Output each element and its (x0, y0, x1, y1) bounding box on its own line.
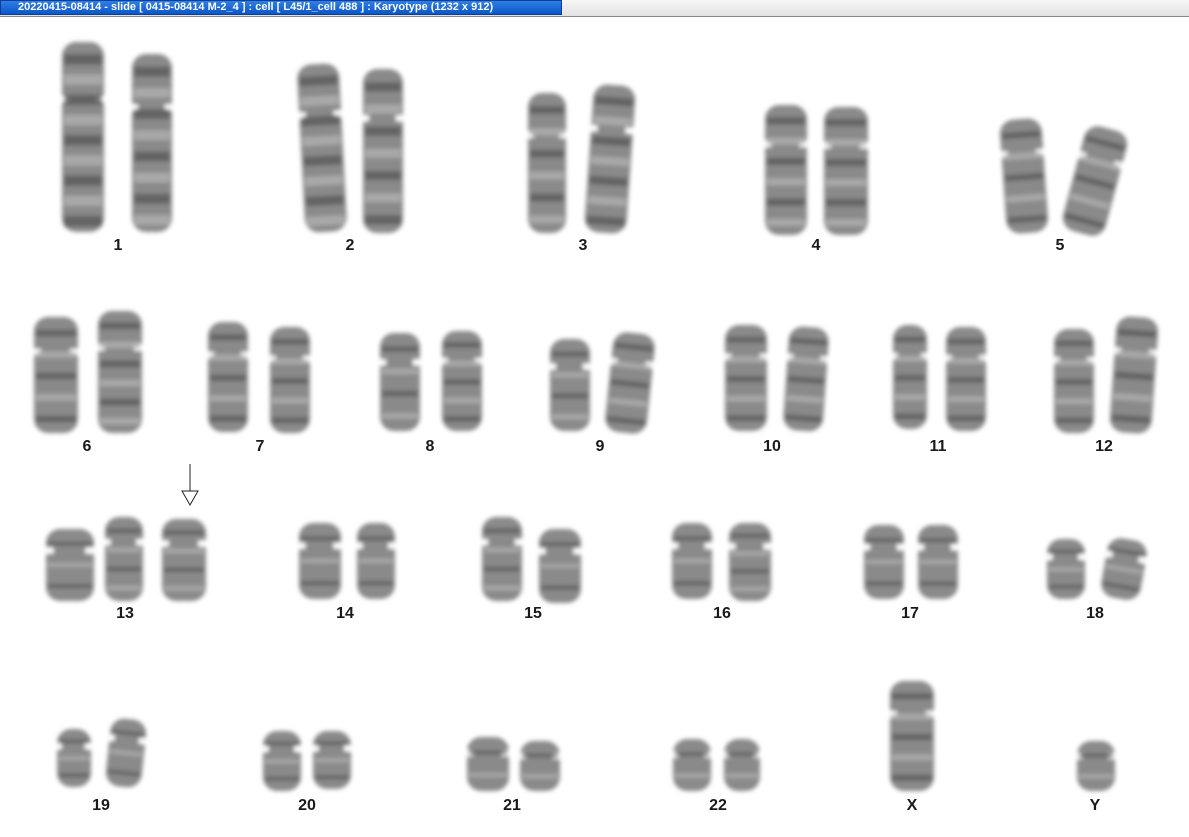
chromosome-10b (783, 326, 829, 432)
chromosome-9b (605, 332, 655, 434)
label-chromosome-10: 10 (763, 438, 781, 455)
chromosome-13c (160, 519, 207, 601)
chromosome-6b (96, 311, 143, 433)
chromosome-7a (206, 322, 249, 432)
label-chromosome-14: 14 (336, 605, 354, 622)
label-chromosome-18: 18 (1086, 605, 1104, 622)
chromosome-19b (105, 718, 147, 788)
chromosome-8b (440, 331, 483, 431)
abnormality-arrow-icon (181, 464, 199, 507)
chromosome-14b (355, 523, 396, 599)
window-title[interactable]: 20220415-08414 - slide [ 0415-08414 M-2_… (0, 0, 562, 15)
label-chromosome-3: 3 (578, 237, 588, 254)
chromosome-16b (727, 523, 772, 601)
chromosome-3b (584, 84, 636, 234)
label-chromosome-y: Y (1089, 797, 1101, 814)
chromosome-13b (103, 517, 144, 601)
chromosome-4a (763, 105, 808, 235)
chromosome-15b (537, 529, 582, 603)
chromosome-8a (378, 333, 421, 431)
label-chromosome-9: 9 (595, 438, 605, 455)
chromosome-12b (1109, 316, 1159, 434)
chromosome-6a (32, 317, 79, 433)
chromosome-14a (297, 523, 342, 599)
chromosome-19a (55, 729, 92, 787)
label-chromosome-8: 8 (425, 438, 435, 455)
chromosome-18b (1101, 538, 1148, 600)
label-chromosome-12: 12 (1095, 438, 1113, 455)
chromosome-21b (518, 741, 561, 791)
chromosome-2a (297, 63, 347, 233)
chromosome-16a (670, 523, 713, 599)
chromosome-10a (723, 325, 768, 431)
label-chromosome-6: 6 (82, 438, 92, 455)
karyotype-canvas: 1 2 3 4 5 6 7 8 9 10 11 12 13 14 15 16 1… (0, 17, 1189, 837)
chromosome-5a (999, 118, 1048, 234)
label-chromosome-11: 11 (929, 438, 947, 455)
chromosome-image (32, 42, 1159, 791)
label-chromosome-22: 22 (709, 797, 727, 814)
label-chromosome-21: 21 (503, 797, 521, 814)
label-chromosome-13: 13 (116, 605, 134, 622)
chromosome-18a (1045, 539, 1086, 599)
chromosome-y (1075, 741, 1116, 791)
chromosome-20b (311, 731, 352, 789)
chromosome-13a (44, 529, 95, 601)
chromosome-12a (1052, 329, 1095, 433)
label-chromosome-19: 19 (92, 797, 110, 814)
label-chromosome-2: 2 (345, 237, 355, 254)
chromosome-4b (822, 107, 869, 235)
chromosome-x (888, 681, 935, 791)
label-chromosome-7: 7 (255, 438, 265, 455)
chromosome-11b (944, 327, 987, 431)
label-chromosome-20: 20 (298, 797, 316, 814)
chromosome-1a (60, 42, 105, 232)
chromosome-5b (1062, 126, 1128, 236)
chromosome-22b (722, 739, 761, 791)
label-chromosome-1: 1 (113, 237, 123, 254)
label-chromosome-x: X (906, 797, 918, 814)
chromosome-1b (130, 54, 173, 232)
chromosome-20a (261, 731, 302, 791)
chromosome-2b (361, 69, 404, 233)
chromosome-17a (862, 525, 905, 599)
chromosome-11a (891, 325, 928, 429)
chromosome-22a (671, 739, 712, 791)
chromosome-3a (526, 93, 567, 233)
label-chromosome-17: 17 (901, 605, 919, 622)
chromosome-15a (480, 517, 523, 601)
label-chromosome-5: 5 (1055, 237, 1065, 254)
chromosome-9a (548, 339, 591, 431)
window-titlebar: 20220415-08414 - slide [ 0415-08414 M-2_… (0, 0, 1189, 17)
label-chromosome-4: 4 (811, 237, 821, 254)
label-chromosome-16: 16 (713, 605, 731, 622)
chromosome-21a (465, 737, 510, 791)
label-chromosome-15: 15 (524, 605, 542, 622)
chromosome-17b (916, 525, 959, 599)
chromosome-7b (268, 327, 311, 433)
